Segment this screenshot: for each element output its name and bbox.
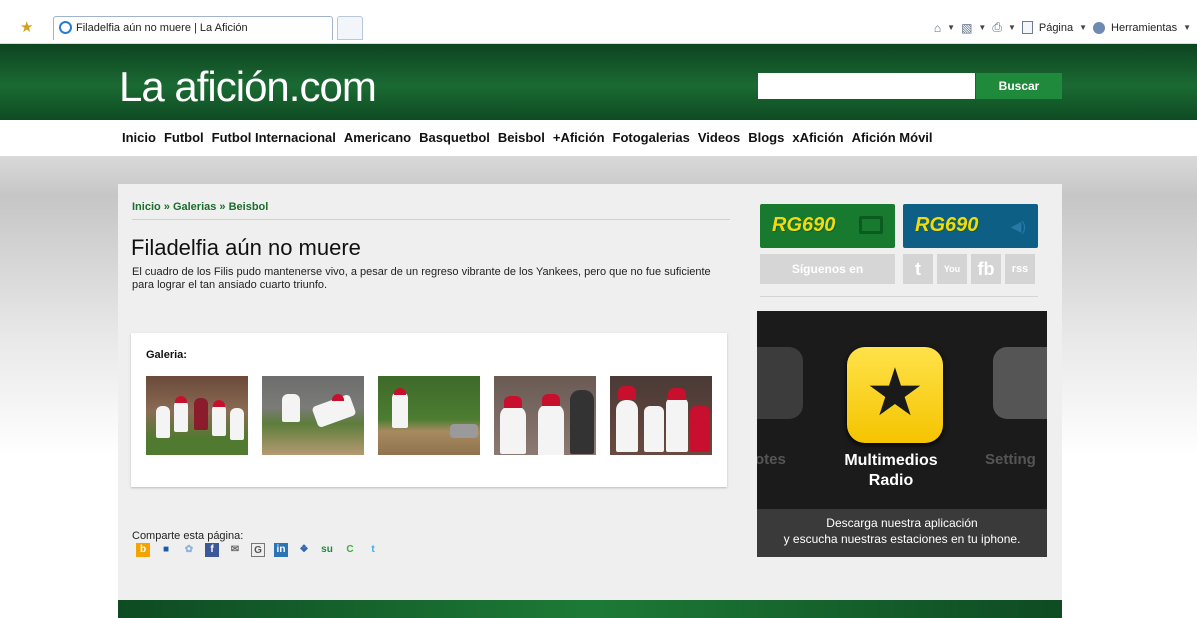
site-header: La afición.com Buscar <box>0 44 1197 120</box>
print-icon[interactable]: ⎙ <box>992 20 1002 35</box>
app-name-line1: Multimedios <box>844 452 938 469</box>
star-icon: ★ <box>865 355 925 429</box>
rg690-logo: RG690 <box>772 214 836 236</box>
linkedin-icon[interactable]: in <box>274 543 288 557</box>
multimedios-radio-app-icon: ★ <box>847 347 943 443</box>
browser-tab[interactable]: Filadelfia aún no muere | La Afición <box>53 16 333 40</box>
new-tab-button[interactable] <box>337 16 363 40</box>
app-icon <box>757 347 803 419</box>
twitter-icon[interactable]: t <box>366 543 380 557</box>
settings-app-icon <box>993 347 1047 419</box>
blogger-icon[interactable]: b <box>136 543 150 557</box>
chevron-down-icon[interactable]: ▼ <box>1183 23 1191 32</box>
nav-item-mas-aficion[interactable]: +Afición <box>553 130 605 145</box>
chevron-down-icon[interactable]: ▼ <box>978 23 986 32</box>
facebook-icon[interactable]: f <box>205 543 219 557</box>
chevron-down-icon[interactable]: ▼ <box>947 23 955 32</box>
ad-caption-line1: Descarga nuestra aplicación <box>826 516 978 530</box>
tools-gear-icon <box>1093 21 1106 34</box>
share-icons: b ■ ✿ f ✉ G in ❖ su C t <box>136 543 380 557</box>
facebook-icon[interactable]: fb <box>971 254 1001 284</box>
app-name-line2: Radio <box>868 472 914 489</box>
nav-item-fotogalerias[interactable]: Fotogalerias <box>613 130 690 145</box>
divider <box>132 219 730 220</box>
rg690-logo: RG690 <box>915 214 979 236</box>
delicious-icon[interactable]: ■ <box>159 543 173 557</box>
browser-tab-bar: ★ Filadelfia aún no muere | La Afición ⌂… <box>0 0 1197 44</box>
gallery-box: Galeria: <box>131 333 727 487</box>
feeds-icon[interactable]: ▧ <box>961 21 972 35</box>
chevron-down-icon[interactable]: ▼ <box>1079 23 1087 32</box>
chevron-down-icon[interactable]: ▼ <box>1008 23 1016 32</box>
digg-icon[interactable]: ✿ <box>182 543 196 557</box>
gallery-thumbnail[interactable] <box>494 376 596 455</box>
page-icon <box>1021 21 1033 34</box>
gallery-thumbnail[interactable] <box>146 376 248 455</box>
ad-caption-line2: y escucha nuestras estaciones en tu ipho… <box>783 532 1021 546</box>
favorites-star-icon[interactable]: ★ <box>20 18 33 36</box>
home-icon[interactable]: ⌂ <box>934 21 941 35</box>
page-menu[interactable]: Página <box>1039 22 1073 34</box>
gallery-thumbnail[interactable] <box>262 376 364 455</box>
nav-item-beisbol[interactable]: Beisbol <box>498 130 545 145</box>
myspace-icon[interactable]: ❖ <box>297 543 311 557</box>
tv-icon <box>859 216 883 234</box>
nav-item-futbol[interactable]: Futbol <box>164 130 204 145</box>
search-button[interactable]: Buscar <box>976 73 1062 99</box>
tab-title: Filadelfia aún no muere | La Afición <box>76 22 248 34</box>
gallery-thumbnail[interactable] <box>378 376 480 455</box>
rss-icon[interactable]: rss <box>1005 254 1035 284</box>
nav-item-xaficion[interactable]: xAfición <box>792 130 843 145</box>
youtube-icon[interactable]: You <box>937 254 967 284</box>
share-label: Comparte esta página: <box>132 530 244 542</box>
rg690-audio-button[interactable]: RG690 ◀) <box>903 204 1038 248</box>
search-input[interactable] <box>758 73 975 99</box>
nav-item-futbol-internacional[interactable]: Futbol Internacional <box>212 130 336 145</box>
app-name: Multimedios Radio <box>817 451 965 491</box>
stumbleupon-icon[interactable]: su <box>320 543 334 557</box>
nav-item-inicio[interactable]: Inicio <box>122 130 156 145</box>
nav-item-americano[interactable]: Americano <box>344 130 411 145</box>
site-logo[interactable]: La afición.com <box>119 66 377 108</box>
command-bar: ⌂ ▼ ▧ ▼ ⎙ ▼ Página ▼ Herramientas ▼ <box>934 20 1191 35</box>
nav-item-videos[interactable]: Videos <box>698 130 740 145</box>
follow-us-label: Síguenos en <box>760 254 895 284</box>
app-label: Setting <box>985 451 1036 468</box>
twitter-icon[interactable]: t <box>903 254 933 284</box>
gallery-label: Galeria: <box>146 349 187 361</box>
app-label: otes <box>757 451 786 468</box>
footer-bar <box>118 600 1062 618</box>
email-icon[interactable]: ✉ <box>228 543 242 557</box>
nav-item-basquetbol[interactable]: Basquetbol <box>419 130 490 145</box>
divider <box>760 296 1038 297</box>
breadcrumb[interactable]: Inicio » Galerias » Beisbol <box>132 201 268 213</box>
tools-menu[interactable]: Herramientas <box>1111 22 1177 34</box>
rg690-video-button[interactable]: RG690 <box>760 204 895 248</box>
ie-icon <box>59 21 72 34</box>
multimedios-radio-ad[interactable]: ★ otes Setting Multimedios Radio Descarg… <box>757 311 1047 557</box>
main-nav: Inicio Futbol Futbol Internacional Ameri… <box>0 120 1197 156</box>
article-description: El cuadro de los Filis pudo mantenerse v… <box>132 266 711 291</box>
google-icon[interactable]: G <box>251 543 265 557</box>
technorati-icon[interactable]: C <box>343 543 357 557</box>
ad-caption: Descarga nuestra aplicación y escucha nu… <box>757 509 1047 557</box>
nav-item-blogs[interactable]: Blogs <box>748 130 784 145</box>
article-title: Filadelfia aún no muere <box>131 235 361 260</box>
nav-item-aficion-movil[interactable]: Afición Móvil <box>852 130 933 145</box>
speaker-icon: ◀) <box>1010 218 1026 234</box>
gallery-thumbnail[interactable] <box>610 376 712 455</box>
